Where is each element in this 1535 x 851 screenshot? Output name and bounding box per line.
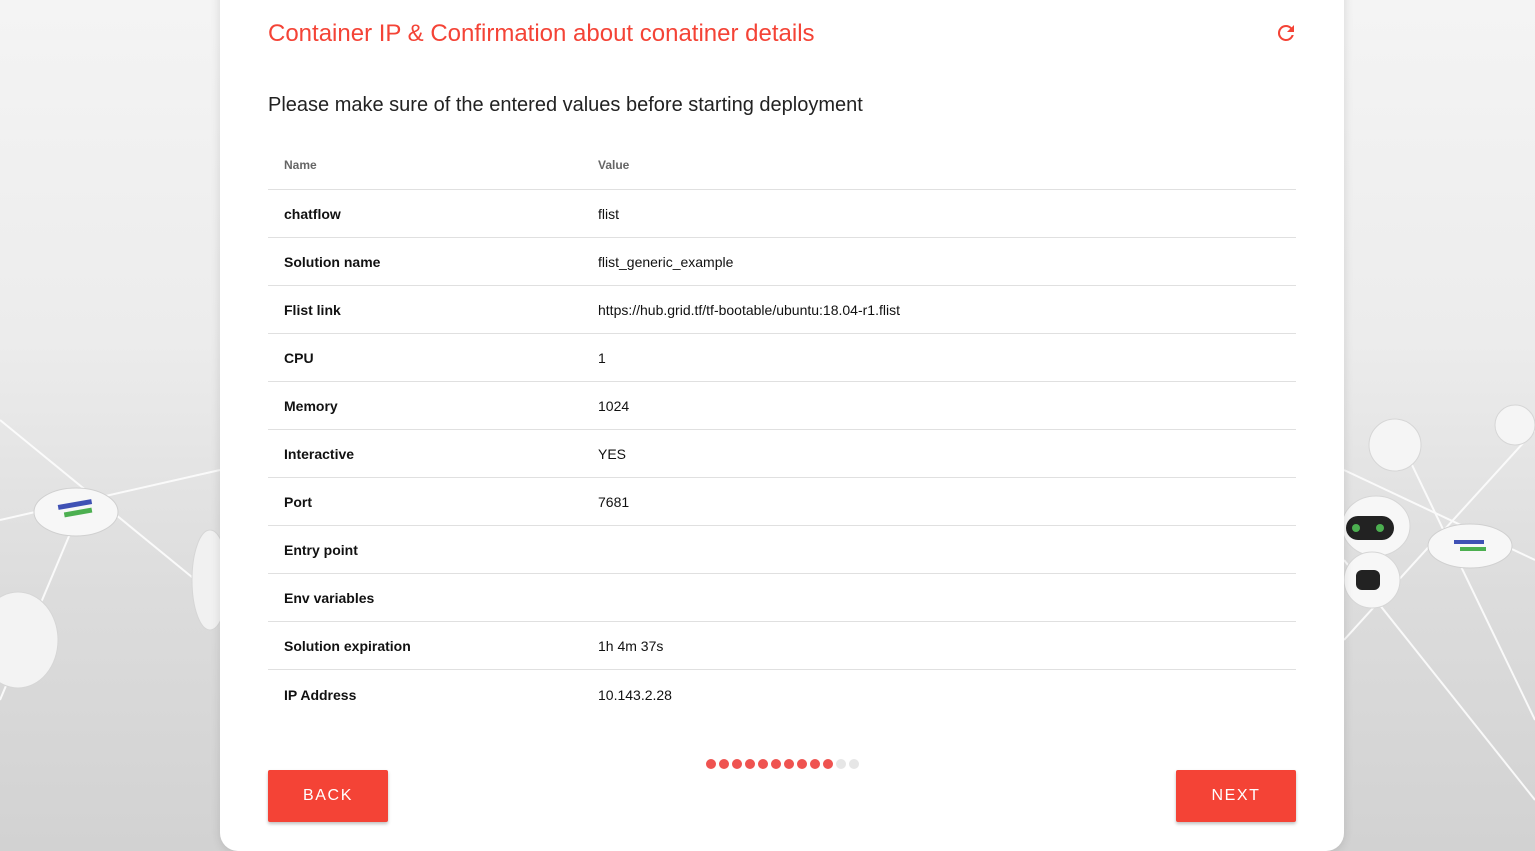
- progress-dot-pending: [836, 759, 846, 769]
- row-name: IP Address: [284, 686, 357, 703]
- table-row-cpu: CPU 1: [268, 334, 1296, 382]
- confirmation-card: Container IP & Confirmation about conati…: [220, 0, 1344, 851]
- progress-dot-complete: [771, 759, 781, 769]
- back-button[interactable]: BACK: [268, 770, 388, 822]
- progress-dot-complete: [758, 759, 768, 769]
- row-value: 1: [598, 349, 606, 366]
- row-name: Solution name: [284, 253, 381, 270]
- step-progress-dots: [706, 759, 859, 769]
- table-row-ip-address: IP Address 10.143.2.28: [268, 670, 1296, 719]
- table-row-solution-expiration: Solution expiration 1h 4m 37s: [268, 622, 1296, 670]
- progress-dot-complete: [732, 759, 742, 769]
- dialog-title: Container IP & Confirmation about conati…: [268, 20, 815, 47]
- row-value: YES: [598, 445, 627, 462]
- dialog-subtitle: Please make sure of the entered values b…: [268, 94, 863, 116]
- robot-right: [1341, 404, 1535, 609]
- row-name: Memory: [284, 397, 338, 414]
- progress-dot-complete: [719, 759, 729, 769]
- table-header: Name Value: [268, 141, 1296, 190]
- row-name: Port: [284, 493, 312, 510]
- row-name: CPU: [284, 349, 314, 366]
- progress-dot-complete: [823, 759, 833, 769]
- next-button[interactable]: NEXT: [1176, 770, 1296, 822]
- row-value: 1024: [598, 397, 630, 414]
- table-row-chatflow: chatflow flist: [268, 190, 1296, 238]
- refresh-icon[interactable]: [1274, 21, 1298, 45]
- robot-left: [0, 487, 229, 689]
- table-row-memory: Memory 1024: [268, 382, 1296, 430]
- table-row-port: Port 7681: [268, 478, 1296, 526]
- header-name: Name: [284, 158, 317, 172]
- table-row-interactive: Interactive YES: [268, 430, 1296, 478]
- row-value: 1h 4m 37s: [598, 637, 664, 654]
- row-name: Env variables: [284, 589, 375, 606]
- progress-dot-complete: [784, 759, 794, 769]
- header-value: Value: [598, 158, 630, 172]
- progress-dot-complete: [706, 759, 716, 769]
- table-row-solution-name: Solution name flist_generic_example: [268, 238, 1296, 286]
- row-value: 7681: [598, 493, 630, 510]
- progress-dot-complete: [810, 759, 820, 769]
- progress-dot-pending: [849, 759, 859, 769]
- table-row-env-variables: Env variables: [268, 574, 1296, 622]
- row-name: Flist link: [284, 301, 341, 318]
- progress-dot-complete: [797, 759, 807, 769]
- table-row-entry-point: Entry point: [268, 526, 1296, 574]
- row-value: https://hub.grid.tf/tf-bootable/ubuntu:1…: [598, 301, 900, 318]
- row-name: Interactive: [284, 445, 355, 462]
- row-value: flist: [598, 205, 619, 222]
- progress-dot-complete: [745, 759, 755, 769]
- row-name: Entry point: [284, 541, 358, 558]
- row-name: Solution expiration: [284, 637, 411, 654]
- table-row-flist-link: Flist link https://hub.grid.tf/tf-bootab…: [268, 286, 1296, 334]
- confirmation-table: Name Value chatflow flist Solution name …: [268, 141, 1296, 719]
- row-name: chatflow: [284, 205, 341, 222]
- row-value: flist_generic_example: [598, 253, 734, 270]
- row-value: 10.143.2.28: [598, 686, 672, 703]
